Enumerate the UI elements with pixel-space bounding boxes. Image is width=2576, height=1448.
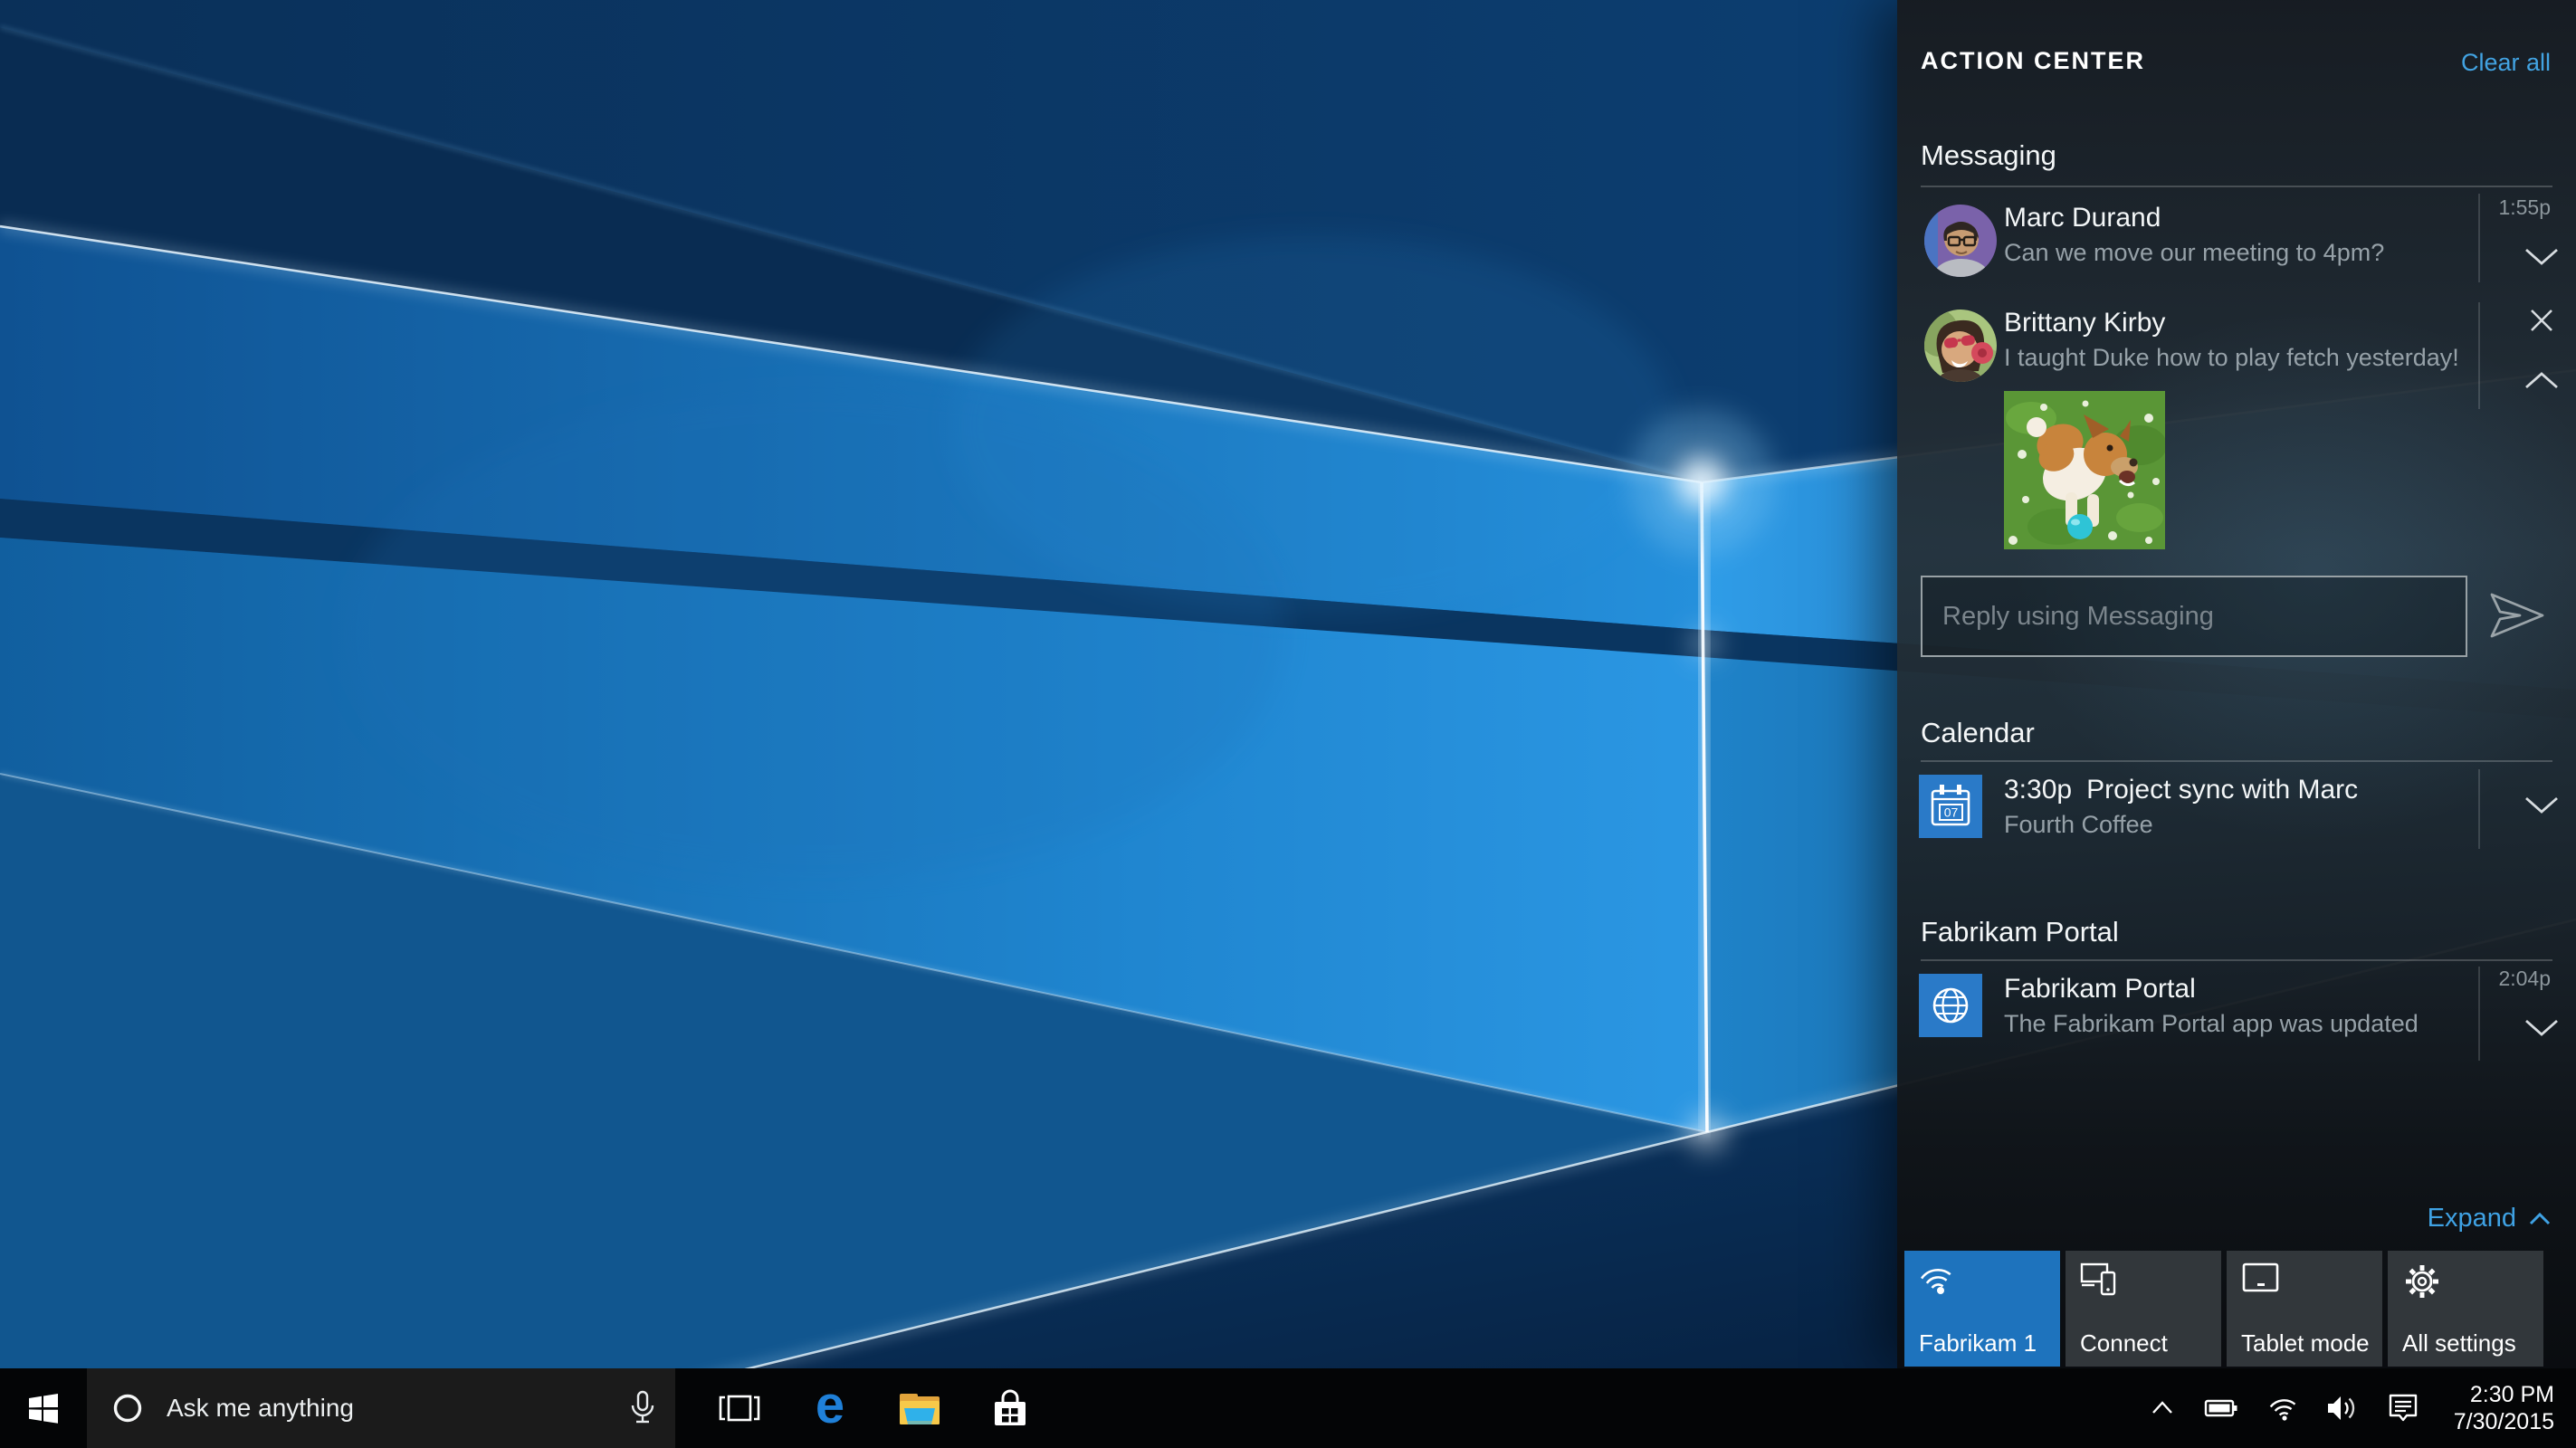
action-center-icon <box>2388 1393 2419 1424</box>
quick-action-fabrikam1[interactable]: Fabrikam 1 <box>1904 1251 2060 1367</box>
action-center-panel: ACTION CENTER Clear all Messaging <box>1897 0 2576 1368</box>
divider <box>1921 186 2552 187</box>
cortana-search-box[interactable] <box>87 1368 675 1448</box>
avatar-marc-durand <box>1924 205 1997 277</box>
tray-wifi[interactable] <box>2263 1368 2304 1448</box>
event-title-row: 3:30p Project sync with Marc <box>2004 775 2358 805</box>
notification-message: I taught Duke how to play fetch yesterda… <box>2004 344 2459 372</box>
section-header-fabrikam-portal: Fabrikam Portal <box>1921 916 2119 948</box>
file-explorer-icon <box>897 1388 942 1428</box>
wifi-icon <box>1919 1262 1959 1300</box>
notification-title: Brittany Kirby <box>2004 308 2165 338</box>
tray-show-hidden-icons[interactable] <box>2142 1368 2183 1448</box>
tray-action-center[interactable] <box>2382 1368 2424 1448</box>
taskbar-clock[interactable]: 2:30 PM 7/30/2015 <box>2454 1368 2554 1448</box>
message-photo-dog[interactable] <box>2004 391 2165 549</box>
divider <box>1921 959 2552 961</box>
clock-time: 2:30 PM <box>2470 1381 2554 1408</box>
task-view-button[interactable] <box>696 1368 783 1448</box>
clear-all-link[interactable]: Clear all <box>2461 49 2551 77</box>
quick-action-connect[interactable]: Connect <box>2066 1251 2221 1367</box>
notification-time: 2:04p <box>2498 967 2551 991</box>
expand-label: Expand <box>2428 1204 2516 1234</box>
tile-label: All settings <box>2402 1329 2516 1358</box>
windows-logo-icon <box>27 1392 60 1424</box>
action-center-title: ACTION CENTER <box>1921 47 2145 75</box>
taskbar: e <box>0 1368 2576 1448</box>
divider <box>2478 769 2480 849</box>
divider <box>1921 760 2552 762</box>
store-icon <box>988 1386 1032 1430</box>
edge-icon: e <box>816 1379 844 1432</box>
notification-message: Can we move our meeting to 4pm? <box>2004 239 2384 267</box>
wifi-icon <box>2267 1395 2300 1422</box>
notification-title: Fabrikam Portal <box>2004 974 2196 1005</box>
connect-icon <box>2080 1262 2122 1304</box>
divider <box>2478 302 2480 409</box>
section-header-messaging: Messaging <box>1921 139 2056 172</box>
tile-label: Tablet mode <box>2241 1329 2370 1358</box>
chevron-up-icon[interactable] <box>2524 369 2560 395</box>
clock-date: 7/30/2015 <box>2454 1408 2554 1435</box>
notification-message: The Fabrikam Portal app was updated <box>2004 1010 2419 1038</box>
event-title: Project sync with Marc <box>2086 775 2358 805</box>
file-explorer-button[interactable] <box>876 1368 963 1448</box>
chevron-down-icon[interactable] <box>2524 1017 2560 1043</box>
reply-input[interactable] <box>1921 576 2467 657</box>
edge-button[interactable]: e <box>787 1368 873 1448</box>
send-icon[interactable] <box>2487 586 2547 649</box>
chevron-down-icon[interactable] <box>2524 246 2560 272</box>
mic-icon[interactable] <box>630 1390 655 1426</box>
battery-icon <box>2204 1395 2238 1422</box>
settings-gear-icon <box>2402 1262 2442 1306</box>
section-header-calendar: Calendar <box>1921 717 2035 749</box>
search-input[interactable] <box>165 1393 630 1424</box>
tile-label: Fabrikam 1 <box>1919 1329 2037 1358</box>
tile-label: Connect <box>2080 1329 2168 1358</box>
quick-action-all-settings[interactable]: All settings <box>2388 1251 2543 1367</box>
avatar-brittany-kirby <box>1924 310 1997 382</box>
quick-actions: Fabrikam 1 Connect <box>1897 1251 2576 1367</box>
start-button[interactable] <box>0 1368 87 1448</box>
expand-link[interactable]: Expand <box>2428 1204 2551 1234</box>
close-icon[interactable] <box>2529 308 2554 338</box>
tablet-icon <box>2241 1262 2281 1299</box>
windows-desktop: ACTION CENTER Clear all Messaging <box>0 0 2576 1448</box>
volume-icon <box>2326 1394 2359 1423</box>
chevron-up-icon <box>2529 1212 2551 1225</box>
chevron-up-icon <box>2149 1395 2176 1422</box>
store-button[interactable] <box>967 1368 1054 1448</box>
quick-action-tablet-mode[interactable]: Tablet mode <box>2227 1251 2382 1367</box>
event-time: 3:30p <box>2004 775 2072 805</box>
cortana-icon <box>110 1391 145 1425</box>
tray-battery[interactable] <box>2200 1368 2242 1448</box>
calendar-icon: 07 <box>1919 775 1982 838</box>
tray-volume[interactable] <box>2322 1368 2363 1448</box>
divider <box>2478 194 2480 282</box>
globe-icon <box>1919 974 1982 1037</box>
notification-title: Marc Durand <box>2004 203 2161 233</box>
event-location: Fourth Coffee <box>2004 811 2153 839</box>
svg-text:07: 07 <box>1944 805 1959 820</box>
notification-time: 1:55p <box>2498 195 2551 220</box>
divider <box>2478 967 2480 1061</box>
task-view-icon <box>718 1392 761 1424</box>
chevron-down-icon[interactable] <box>2524 795 2560 821</box>
